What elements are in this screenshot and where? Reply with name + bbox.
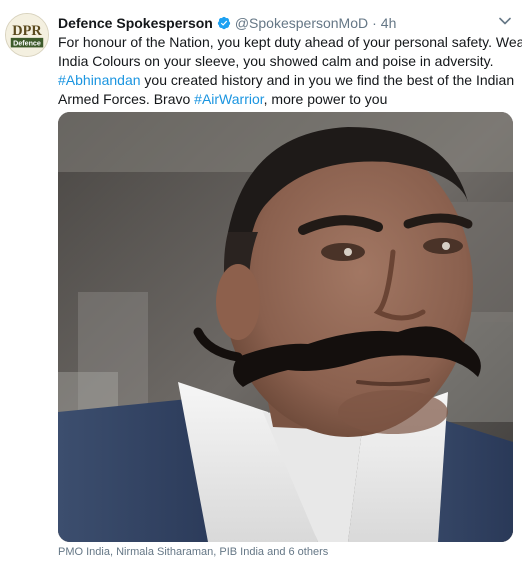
- text-segment: you created history and in you we find t…: [140, 72, 515, 88]
- tweet-text-line: India Colours on your sleeve, you showed…: [58, 52, 513, 71]
- tweet-text-line: For honour of the Nation, you kept duty …: [58, 33, 522, 52]
- text-segment: Armed Forces. Bravo: [58, 91, 195, 107]
- header-separator: ·: [372, 15, 377, 31]
- author-handle[interactable]: @SpokespersonMoD: [235, 15, 368, 31]
- dpr-defence-logo: DPR Defence: [6, 14, 48, 56]
- text-segment: , more power to you: [263, 91, 388, 107]
- avatar[interactable]: DPR Defence: [5, 13, 49, 57]
- chevron-down-icon[interactable]: [497, 14, 513, 28]
- text-segment: India Colours on your sleeve, you showed…: [58, 53, 494, 69]
- tweet-header: Defence Spokesperson @SpokespersonMoD · …: [58, 13, 396, 33]
- portrait-photo: [58, 112, 513, 542]
- hashtag-link[interactable]: #Abhinandan: [58, 72, 141, 88]
- tweet-text-line: Armed Forces. Bravo #AirWarrior, more po…: [58, 90, 513, 109]
- tweet-timestamp[interactable]: 4h: [381, 15, 397, 31]
- verified-badge-icon: [217, 16, 231, 30]
- tweet-text-line: #Abhinandan you created history and in y…: [58, 71, 515, 90]
- text-segment: For honour of the Nation, you kept duty …: [58, 34, 522, 50]
- tweet-photo[interactable]: [58, 112, 513, 542]
- tweet[interactable]: DPR Defence Defence Spokesperson @Spokes…: [0, 0, 522, 562]
- tweet-text: For honour of the Nation, you kept duty …: [58, 33, 522, 109]
- logo-text-bottom: Defence: [13, 40, 41, 48]
- hashtag-link[interactable]: #AirWarrior: [194, 91, 264, 107]
- liked-by-text[interactable]: PMO India, Nirmala Sitharaman, PIB India…: [58, 546, 328, 558]
- display-name[interactable]: Defence Spokesperson: [58, 15, 213, 31]
- logo-text-top: DPR: [12, 23, 42, 39]
